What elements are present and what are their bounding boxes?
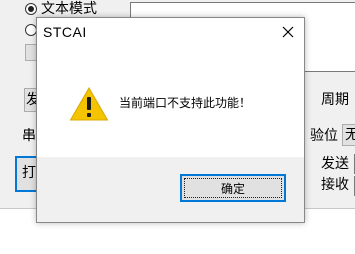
parity-select-value: 无	[345, 127, 355, 143]
close-icon	[282, 26, 293, 38]
dialog-footer: 确定	[37, 157, 304, 222]
message-dialog: STCAI 当前端口不支持此功能！ 确定	[36, 17, 305, 223]
screen: 文本模式 发 周期 串 验位 无 打 发送 接收 STCAI 当前端口不支持此功…	[0, 0, 355, 254]
receive-count-label: 接收	[321, 177, 349, 193]
ok-button-label: 确定	[220, 181, 245, 196]
text-mode-label: 文本模式	[41, 1, 97, 17]
open-port-button-label: 打	[22, 165, 36, 181]
warning-icon	[69, 87, 109, 121]
serial-port-label: 串	[22, 128, 36, 144]
send-count-label: 发送	[321, 156, 349, 172]
close-button[interactable]	[271, 18, 304, 46]
parity-label: 验位	[310, 128, 338, 144]
dialog-body: 当前端口不支持此功能！	[37, 46, 304, 157]
ok-button[interactable]: 确定	[180, 174, 286, 202]
period-label: 周期	[321, 92, 349, 108]
dialog-title: STCAI	[43, 24, 87, 40]
dialog-titlebar[interactable]: STCAI	[37, 18, 304, 46]
text-mode-radio[interactable]	[25, 3, 37, 15]
dialog-message: 当前端口不支持此功能！	[119, 96, 252, 110]
